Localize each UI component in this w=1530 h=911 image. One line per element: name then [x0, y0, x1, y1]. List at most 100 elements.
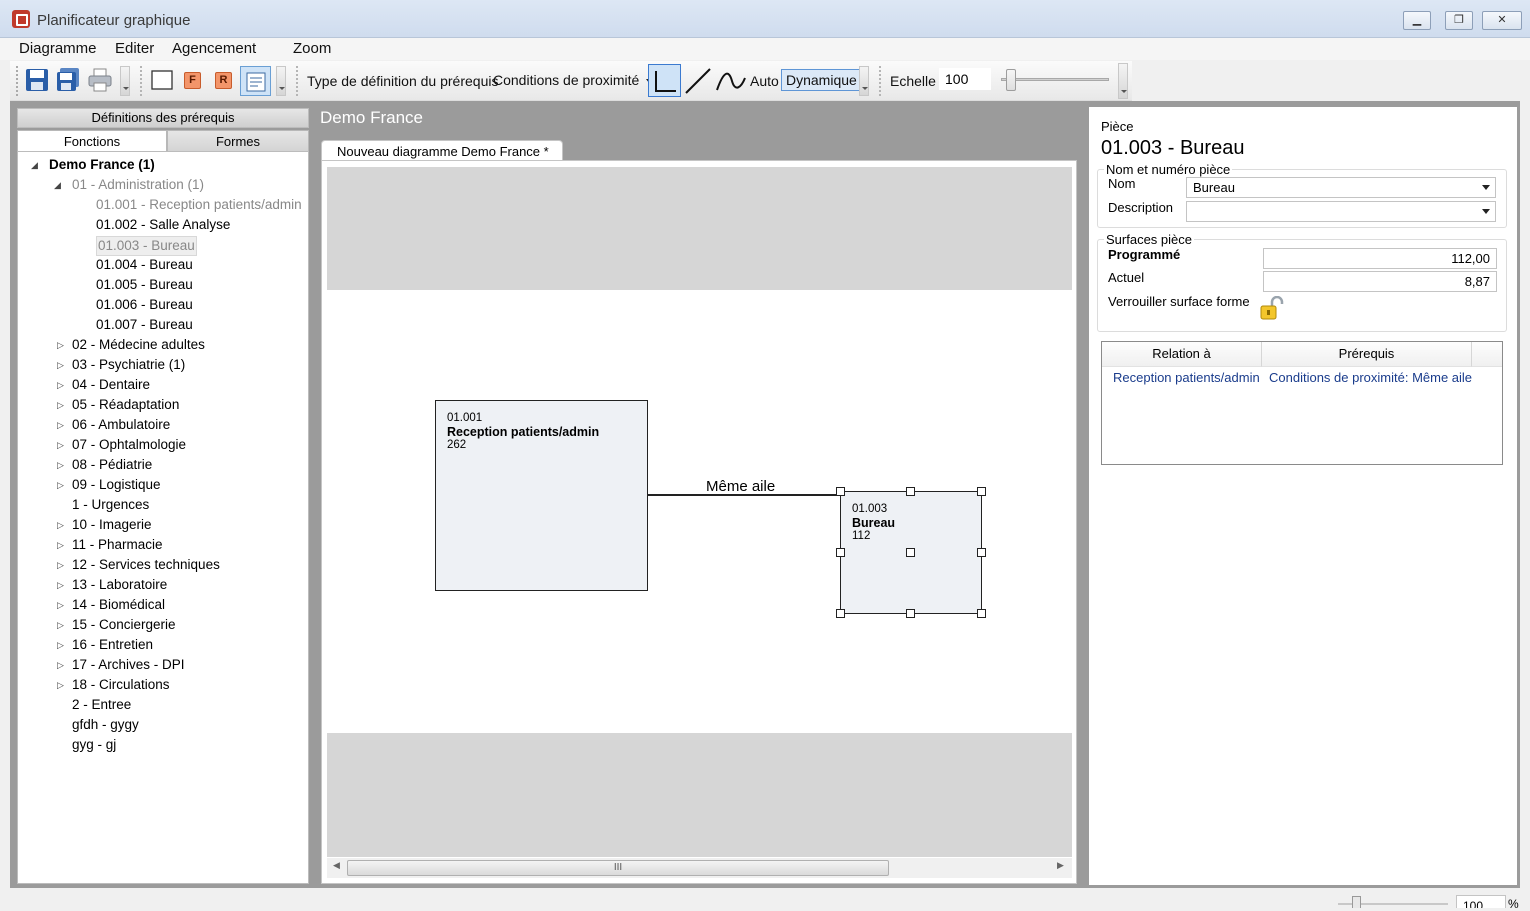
tree-item[interactable]: 01.007 - Bureau	[96, 316, 193, 334]
collapsed-arrow-icon[interactable]: ▷	[57, 600, 64, 611]
tree-item[interactable]: 01.003 - Bureau	[96, 236, 197, 256]
grid-cell-prereq[interactable]: Conditions de proximité: Même aile	[1269, 370, 1472, 385]
tree-group[interactable]: 01 - Administration (1)	[72, 176, 204, 194]
minimize-button[interactable]: ▁	[1403, 11, 1431, 30]
menu-zoom[interactable]: Zoom	[293, 40, 331, 57]
tab-formes[interactable]: Formes	[167, 130, 309, 152]
collapsed-arrow-icon[interactable]: ▷	[57, 580, 64, 591]
maximize-button[interactable]: ❐	[1445, 11, 1473, 30]
tab-diagram[interactable]: Nouveau diagramme Demo France *	[321, 140, 563, 162]
collapsed-arrow-icon[interactable]: ▷	[57, 480, 64, 491]
auto-label[interactable]: Auto	[750, 73, 779, 89]
collapsed-arrow-icon[interactable]: ▷	[57, 520, 64, 531]
collapsed-arrow-icon[interactable]: ▷	[57, 640, 64, 651]
collapsed-arrow-icon[interactable]: ▷	[57, 440, 64, 451]
save-icon[interactable]	[24, 67, 50, 93]
line-style-orthogonal-button[interactable]	[648, 64, 681, 97]
tree-group[interactable]: 07 - Ophtalmologie	[72, 436, 186, 454]
close-button[interactable]: ✕	[1482, 11, 1522, 30]
select-rectangle-icon[interactable]	[149, 67, 175, 93]
f-button[interactable]: F	[184, 72, 201, 89]
properties-toggle-button[interactable]	[240, 66, 271, 96]
print-icon[interactable]	[87, 67, 113, 93]
room-shape-reception[interactable]: 01.001 Reception patients/admin 262	[435, 400, 648, 591]
scroll-right-icon[interactable]: ▶	[1057, 860, 1064, 871]
tree-group[interactable]: 05 - Réadaptation	[72, 396, 179, 414]
menu-diagramme[interactable]: Diagramme	[19, 40, 97, 57]
scale-input[interactable]: 100	[939, 68, 991, 90]
tree-group[interactable]: 14 - Biomédical	[72, 596, 165, 614]
collapsed-arrow-icon[interactable]: ▷	[57, 680, 64, 691]
collapsed-arrow-icon[interactable]: ▷	[57, 460, 64, 471]
resize-handle[interactable]	[836, 548, 845, 557]
grid-header-relation[interactable]: Relation à	[1102, 342, 1262, 367]
collapsed-arrow-icon[interactable]: ▷	[57, 360, 64, 371]
collapsed-arrow-icon[interactable]: ▷	[57, 420, 64, 431]
zoom-slider-thumb[interactable]	[1352, 896, 1361, 908]
tree-group[interactable]: 03 - Psychiatrie (1)	[72, 356, 185, 374]
nom-combobox[interactable]: Bureau	[1186, 177, 1496, 198]
unlock-icon[interactable]	[1259, 296, 1285, 322]
resize-handle[interactable]	[836, 609, 845, 618]
tree-group[interactable]: gyg - gj	[72, 736, 116, 754]
toolbar-overflow-dropdown-2[interactable]	[276, 66, 286, 96]
tree-group[interactable]: 06 - Ambulatoire	[72, 416, 170, 434]
tree-group[interactable]: 02 - Médecine adultes	[72, 336, 205, 354]
collapsed-arrow-icon[interactable]: ▷	[57, 340, 64, 351]
resize-handle[interactable]	[836, 487, 845, 496]
tree-group[interactable]: 10 - Imagerie	[72, 516, 152, 534]
tree-group[interactable]: 09 - Logistique	[72, 476, 161, 494]
tree-group[interactable]: 08 - Pédiatrie	[72, 456, 152, 474]
actuel-input[interactable]: 8,87	[1263, 271, 1497, 292]
tree-item[interactable]: 01.004 - Bureau	[96, 256, 193, 274]
tree-group[interactable]: 04 - Dentaire	[72, 376, 150, 394]
tree-group[interactable]: 12 - Services techniques	[72, 556, 220, 574]
tree-group[interactable]: 2 - Entree	[72, 696, 131, 714]
collapsed-arrow-icon[interactable]: ▷	[57, 560, 64, 571]
collapsed-arrow-icon[interactable]: ▷	[57, 620, 64, 631]
scroll-left-icon[interactable]: ◀	[333, 860, 340, 871]
zoom-input[interactable]: 100	[1456, 895, 1506, 908]
resize-handle[interactable]	[977, 548, 986, 557]
tree-group[interactable]: 13 - Laboratoire	[72, 576, 167, 594]
tree-group[interactable]: 17 - Archives - DPI	[72, 656, 185, 674]
toolbar-overflow-dropdown[interactable]	[120, 66, 130, 96]
dynamic-button[interactable]: Dynamique	[781, 69, 862, 91]
straight-line-icon[interactable]	[683, 66, 713, 96]
resize-handle[interactable]	[977, 609, 986, 618]
tree-item[interactable]: 01.002 - Salle Analyse	[96, 216, 230, 234]
tree-item[interactable]: 01.006 - Bureau	[96, 296, 193, 314]
menu-editer[interactable]: Editer	[115, 40, 154, 57]
tree-root[interactable]: Demo France (1)	[49, 156, 155, 174]
description-combobox[interactable]	[1186, 201, 1496, 222]
collapsed-arrow-icon[interactable]: ▷	[57, 540, 64, 551]
tree-item[interactable]: 01.005 - Bureau	[96, 276, 193, 294]
expanded-arrow-icon[interactable]: ◢	[54, 180, 61, 191]
expanded-arrow-icon[interactable]: ◢	[31, 160, 38, 171]
save-all-icon[interactable]	[55, 67, 81, 93]
programme-input[interactable]: 112,00	[1263, 248, 1497, 269]
tree-group[interactable]: 1 - Urgences	[72, 496, 149, 514]
tab-fonctions[interactable]: Fonctions	[17, 130, 167, 152]
resize-handle[interactable]	[977, 487, 986, 496]
scale-slider-thumb[interactable]	[1005, 69, 1016, 91]
curved-line-icon[interactable]	[715, 66, 747, 96]
scrollbar-thumb[interactable]: III	[347, 860, 889, 876]
scale-slider-track[interactable]	[1001, 78, 1109, 81]
tree-item[interactable]: 01.001 - Reception patients/admin	[96, 196, 302, 214]
menu-agencement[interactable]: Agencement	[172, 40, 256, 57]
toolbar-grip[interactable]	[16, 66, 19, 96]
tree-group[interactable]: 18 - Circulations	[72, 676, 170, 694]
grid-cell-relation[interactable]: Reception patients/admin	[1113, 370, 1260, 385]
collapsed-arrow-icon[interactable]: ▷	[57, 400, 64, 411]
prereq-type-dropdown[interactable]: Conditions de proximité	[493, 72, 653, 88]
resize-handle[interactable]	[906, 487, 915, 496]
tree-group[interactable]: gfdh - gygy	[72, 716, 139, 734]
tree-group[interactable]: 15 - Conciergerie	[72, 616, 176, 634]
toolbar-overflow-dropdown-3[interactable]	[859, 66, 869, 96]
resize-handle[interactable]	[906, 609, 915, 618]
collapsed-arrow-icon[interactable]: ▷	[57, 380, 64, 391]
resize-handle[interactable]	[906, 548, 915, 557]
tree-group[interactable]: 16 - Entretien	[72, 636, 153, 654]
toolbar-overflow-dropdown-4[interactable]	[1118, 63, 1128, 99]
